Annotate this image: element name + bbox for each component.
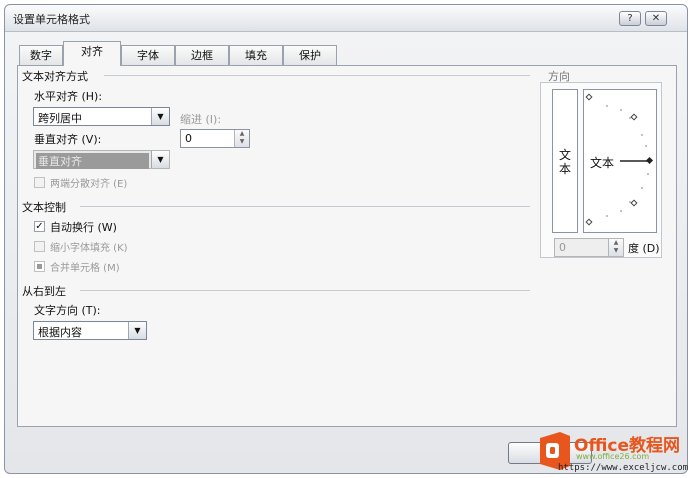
title-bar: 设置单元格格式 ? ✕ (5, 5, 687, 32)
text-direction-label: 文字方向 (T): (34, 304, 101, 317)
tab-border[interactable]: 边框 (175, 45, 229, 65)
vertical-alignment-select[interactable]: 垂直对齐 ▼ (33, 150, 170, 169)
watermark-url-2: https://www.exceljcw.com (558, 463, 689, 473)
vertical-alignment-value: 垂直对齐 (36, 153, 149, 169)
chevron-down-icon[interactable]: ▼ (151, 108, 169, 125)
tab-fill[interactable]: 填充 (229, 45, 283, 65)
merge-cells-checkbox[interactable] (34, 261, 45, 272)
wrap-text-label: 自动换行 (W) (50, 221, 117, 234)
text-direction-value: 根据内容 (38, 326, 82, 339)
wrap-text-checkbox[interactable]: ✓ (34, 221, 45, 232)
degrees-value: 0 (559, 241, 566, 254)
office-tutorial-watermark: Office教程网 www.office26.com https://www.e… (536, 430, 692, 474)
shrink-to-fit-label: 缩小字体填充 (K) (50, 243, 128, 254)
tab-number[interactable]: 数字 (19, 45, 63, 65)
help-button[interactable]: ? (619, 11, 641, 26)
section-divider (80, 206, 530, 207)
shrink-to-fit-checkbox[interactable] (34, 241, 45, 252)
watermark-url-1: www.office26.com (576, 452, 650, 461)
chevron-down-icon[interactable]: ▼ (151, 151, 169, 168)
dialog-title: 设置单元格格式 (13, 13, 90, 26)
degrees-spinner[interactable]: 0 ▲ ▼ (554, 238, 624, 257)
tab-font[interactable]: 字体 (121, 45, 175, 65)
horizontal-alignment-select[interactable]: 跨列居中 ▼ (33, 107, 170, 126)
section-divider (104, 75, 530, 76)
orientation-dial[interactable]: 文本 (583, 89, 657, 233)
merge-cells-label: 合并单元格 (M) (50, 263, 120, 274)
vertical-text-sample: 文本 (559, 148, 572, 176)
justify-distributed-label: 两端分散对齐 (E) (50, 179, 128, 190)
close-button[interactable]: ✕ (645, 11, 667, 26)
text-direction-select[interactable]: 根据内容 ▼ (33, 321, 147, 340)
vertical-alignment-label: 垂直对齐 (V): (34, 133, 102, 146)
vertical-text-toggle[interactable]: 文本 (552, 89, 578, 233)
horizontal-alignment-value: 跨列居中 (38, 112, 82, 125)
justify-distributed-checkbox[interactable] (34, 177, 45, 188)
chevron-down-icon[interactable]: ▼ (128, 322, 146, 339)
text-alignment-heading: 文本对齐方式 (22, 70, 88, 83)
section-divider (80, 290, 530, 291)
horizontal-alignment-label: 水平对齐 (H): (34, 90, 103, 103)
tab-alignment[interactable]: 对齐 (63, 41, 121, 66)
rtl-heading: 从右到左 (22, 285, 66, 298)
spin-arrows-icon[interactable]: ▲ ▼ (608, 239, 623, 256)
tab-protection[interactable]: 保护 (283, 45, 337, 65)
indent-value: 0 (185, 132, 192, 145)
indent-label: 缩进 (I): (180, 113, 222, 126)
spin-arrows-icon[interactable]: ▲ ▼ (234, 130, 249, 147)
dial-text-sample: 文本 (590, 156, 615, 170)
degrees-label: 度 (D) (628, 242, 660, 255)
indent-spinner[interactable]: 0 ▲ ▼ (180, 129, 250, 148)
text-control-heading: 文本控制 (22, 201, 66, 214)
